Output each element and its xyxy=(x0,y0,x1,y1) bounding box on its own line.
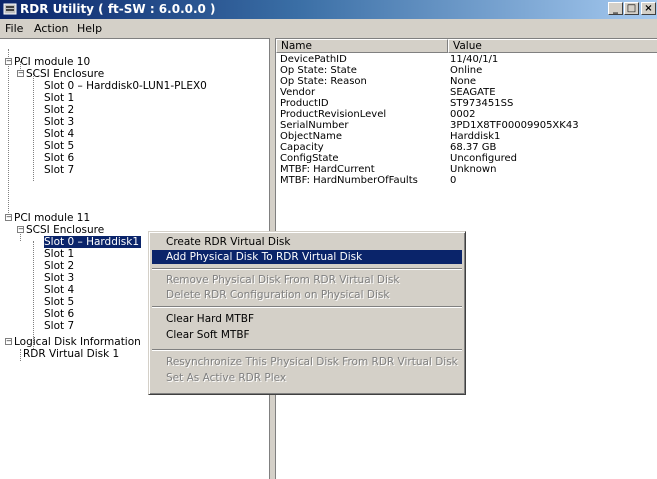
menu-item-resynchronize-physical-disk[interactable]: Resynchronize This Physical Disk From RD… xyxy=(152,355,462,369)
tree-node-rdr-virtual-disk[interactable]: RDR Virtual Disk 1 xyxy=(23,348,119,360)
menu-item-add-physical-disk[interactable]: Add Physical Disk To RDR Virtual Disk xyxy=(152,250,462,264)
collapse-icon[interactable]: − xyxy=(5,58,12,65)
tree-node-slot[interactable]: Slot 4 xyxy=(44,284,74,296)
row-name: ProductID xyxy=(280,98,329,109)
row-name: Op State: Reason xyxy=(280,76,367,87)
menu-item-remove-physical-disk[interactable]: Remove Physical Disk From RDR Virtual Di… xyxy=(152,273,462,287)
tree-node-slot[interactable]: Slot 7 xyxy=(44,164,74,176)
title-bar[interactable]: RDR Utility ( ft-SW : 6.0.0.0 ) _ □ × xyxy=(0,0,657,19)
tree-node-slot[interactable]: Slot 2 xyxy=(44,260,74,272)
tree-node-slot[interactable]: Slot 3 xyxy=(44,272,74,284)
tree-node-slot[interactable]: Slot 7 xyxy=(44,320,74,332)
menu-separator xyxy=(152,306,462,308)
collapse-icon[interactable]: − xyxy=(17,226,24,233)
column-header-name[interactable]: Name xyxy=(276,39,448,53)
row-name: Vendor xyxy=(280,87,316,98)
tree-line xyxy=(33,73,34,181)
row-name: MTBF: HardCurrent xyxy=(280,164,375,175)
row-name: SerialNumber xyxy=(280,120,349,131)
row-value: Online xyxy=(450,65,483,76)
row-value: Unconfigured xyxy=(450,153,517,164)
row-value: SEAGATE xyxy=(450,87,496,98)
menu-bar: File Action Help xyxy=(0,19,657,38)
tree-node-slot[interactable]: Slot 1 xyxy=(44,92,74,104)
tree-node-pci-module-10[interactable]: PCI module 10 xyxy=(14,56,90,68)
tree-node-scsi-enclosure[interactable]: SCSI Enclosure xyxy=(26,68,104,80)
tree-node-slot[interactable]: Slot 6 xyxy=(44,152,74,164)
menu-item-create-rdr-virtual-disk[interactable]: Create RDR Virtual Disk xyxy=(152,235,462,249)
tree-node-slot[interactable]: Slot 5 xyxy=(44,140,74,152)
row-name: MTBF: HardNumberOfFaults xyxy=(280,175,418,186)
tree-node-slot-selected[interactable]: Slot 0 – Harddisk1 xyxy=(44,236,142,248)
row-value: 11/40/1/1 xyxy=(450,54,499,65)
tree-node-slot[interactable]: Slot 4 xyxy=(44,128,74,140)
column-header-value[interactable]: Value xyxy=(448,39,657,53)
tree-node-slot[interactable]: Slot 6 xyxy=(44,308,74,320)
row-value: 68.37 GB xyxy=(450,142,497,153)
tree-line xyxy=(33,241,34,349)
menu-file[interactable]: File xyxy=(5,22,23,35)
row-name: Capacity xyxy=(280,142,324,153)
row-value: 0002 xyxy=(450,109,476,120)
row-name: ObjectName xyxy=(280,131,343,142)
context-menu: Create RDR Virtual Disk Add Physical Dis… xyxy=(148,231,466,395)
window-title: RDR Utility ( ft-SW : 6.0.0.0 ) xyxy=(20,2,216,16)
menu-item-clear-soft-mtbf[interactable]: Clear Soft MTBF xyxy=(152,328,462,342)
tree-node-slot[interactable]: Slot 2 xyxy=(44,104,74,116)
row-value: 0 xyxy=(450,175,457,186)
menu-separator xyxy=(152,268,462,270)
row-value: 3PD1X8TF00009905XK43 xyxy=(450,120,579,131)
close-button[interactable]: × xyxy=(641,2,656,15)
menu-item-clear-hard-mtbf[interactable]: Clear Hard MTBF xyxy=(152,312,462,326)
tree-node-slot[interactable]: Slot 5 xyxy=(44,296,74,308)
menu-separator xyxy=(152,349,462,351)
tree-line xyxy=(8,49,9,219)
row-name: DevicePathID xyxy=(280,54,347,65)
tree-node-pci-module-11[interactable]: PCI module 11 xyxy=(14,212,90,224)
collapse-icon[interactable]: − xyxy=(17,70,24,77)
menu-item-delete-rdr-configuration[interactable]: Delete RDR Configuration on Physical Dis… xyxy=(152,288,462,302)
collapse-icon[interactable]: − xyxy=(5,338,12,345)
tree-node-slot[interactable]: Slot 3 xyxy=(44,116,74,128)
tree-line xyxy=(20,349,21,361)
tree-node-scsi-enclosure[interactable]: SCSI Enclosure xyxy=(26,224,104,236)
row-name: Op State: State xyxy=(280,65,357,76)
maximize-button[interactable]: □ xyxy=(624,2,639,15)
tree-node-logical-disk-information[interactable]: Logical Disk Information xyxy=(14,336,141,348)
row-value: Harddisk1 xyxy=(450,131,501,142)
row-name: ConfigState xyxy=(280,153,339,164)
tree-node-slot[interactable]: Slot 1 xyxy=(44,248,74,260)
row-value: Unknown xyxy=(450,164,497,175)
row-value: ST973451SS xyxy=(450,98,514,109)
minimize-button[interactable]: _ xyxy=(608,2,623,15)
tree-node-slot[interactable]: Slot 0 – Harddisk0-LUN1-PLEX0 xyxy=(44,80,207,92)
menu-action[interactable]: Action xyxy=(34,22,68,35)
collapse-icon[interactable]: − xyxy=(5,214,12,221)
menu-item-set-active-rdr-plex[interactable]: Set As Active RDR Plex xyxy=(152,371,462,385)
menu-help[interactable]: Help xyxy=(77,22,102,35)
app-icon xyxy=(3,3,17,15)
row-name: ProductRevisionLevel xyxy=(280,109,387,120)
row-value: None xyxy=(450,76,477,87)
